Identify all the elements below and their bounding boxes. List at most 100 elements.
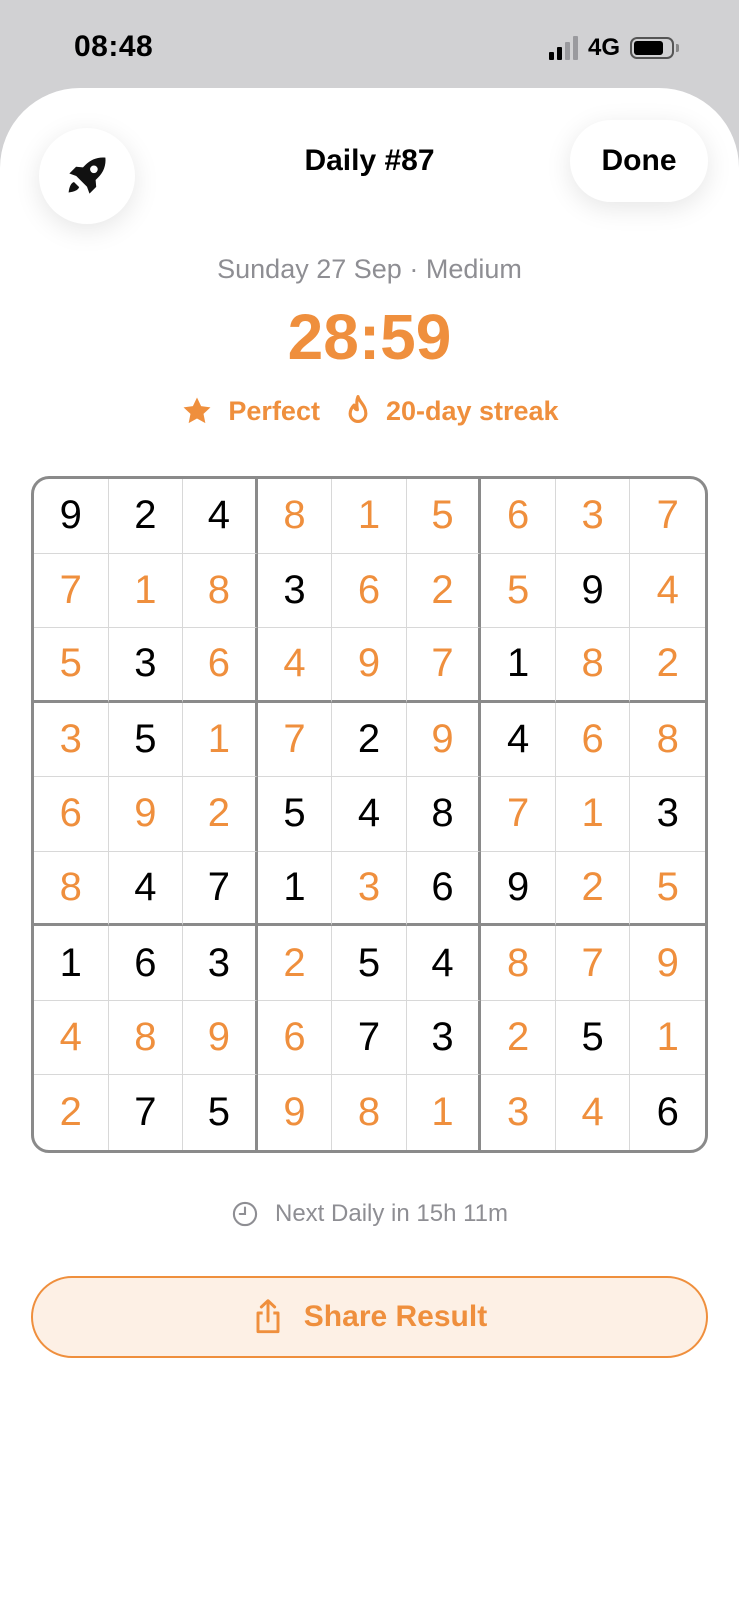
sudoku-cell[interactable]: 7 <box>406 628 482 703</box>
sudoku-cell[interactable]: 6 <box>183 628 258 703</box>
sudoku-cell[interactable]: 5 <box>481 553 556 629</box>
sudoku-cell[interactable]: 4 <box>257 628 333 703</box>
sudoku-cell[interactable]: 1 <box>108 553 184 629</box>
sudoku-cell[interactable]: 1 <box>332 479 407 554</box>
cellular-signal-icon <box>548 36 578 60</box>
sudoku-cell[interactable]: 8 <box>108 1000 184 1076</box>
status-bar: 08:48 4G <box>0 0 739 90</box>
sudoku-cell[interactable]: 5 <box>183 1075 258 1150</box>
sudoku-cell[interactable]: 8 <box>630 703 705 778</box>
sudoku-cell[interactable]: 8 <box>555 628 631 703</box>
sudoku-cell[interactable]: 4 <box>34 1000 109 1076</box>
sudoku-cell[interactable]: 9 <box>258 1075 333 1150</box>
sudoku-cell[interactable]: 3 <box>332 851 407 927</box>
star-icon <box>183 397 211 424</box>
sudoku-cell[interactable]: 7 <box>257 702 333 778</box>
sudoku-cell[interactable]: 7 <box>109 1075 184 1150</box>
sudoku-cell[interactable]: 7 <box>630 479 705 554</box>
sudoku-cell[interactable]: 8 <box>406 777 482 852</box>
sudoku-cell[interactable]: 5 <box>34 628 109 703</box>
sudoku-cell[interactable]: 1 <box>183 702 258 778</box>
sudoku-cell[interactable]: 7 <box>183 851 258 927</box>
sudoku-cell[interactable]: 2 <box>183 777 258 852</box>
sudoku-cell[interactable]: 3 <box>630 777 705 852</box>
sudoku-cell[interactable]: 6 <box>34 777 109 852</box>
status-indicators: 4G <box>548 34 679 62</box>
sudoku-cell[interactable]: 2 <box>630 628 705 703</box>
share-icon <box>256 1299 280 1334</box>
sudoku-cell[interactable]: 2 <box>555 851 631 927</box>
sudoku-cell[interactable]: 9 <box>34 479 109 554</box>
sudoku-cell[interactable]: 8 <box>34 851 109 927</box>
sudoku-cell[interactable]: 6 <box>332 553 407 629</box>
sudoku-cell[interactable]: 9 <box>406 702 482 778</box>
sudoku-cell[interactable]: 5 <box>332 926 407 1001</box>
puzzle-date: Sunday 27 Sep <box>217 254 402 284</box>
sudoku-cell[interactable]: 6 <box>555 702 631 778</box>
sudoku-cell[interactable]: 5 <box>257 777 333 852</box>
next-daily-info: Next Daily in 15h 11m <box>0 1200 739 1228</box>
sudoku-cell[interactable]: 2 <box>481 1000 556 1076</box>
sudoku-cell[interactable]: 7 <box>555 926 631 1001</box>
sudoku-cell[interactable]: 6 <box>406 851 482 927</box>
sudoku-cell[interactable]: 4 <box>332 777 407 852</box>
sudoku-cell[interactable]: 9 <box>630 926 705 1001</box>
sudoku-cell[interactable]: 6 <box>630 1075 705 1150</box>
sudoku-cell[interactable]: 3 <box>108 628 184 703</box>
sudoku-cell[interactable]: 3 <box>481 1075 556 1150</box>
sudoku-cell[interactable]: 6 <box>257 1000 333 1076</box>
sudoku-cell[interactable]: 1 <box>34 926 109 1001</box>
sudoku-cell[interactable]: 7 <box>481 777 556 852</box>
sudoku-cell[interactable]: 9 <box>481 851 556 927</box>
sudoku-cell[interactable]: 9 <box>108 777 184 852</box>
sudoku-cell[interactable]: 3 <box>183 926 258 1001</box>
sudoku-cell[interactable]: 4 <box>481 702 556 778</box>
done-button[interactable]: Done <box>570 120 708 202</box>
sudoku-cell[interactable]: 1 <box>407 1075 482 1150</box>
sudoku-cell[interactable]: 6 <box>481 479 556 554</box>
sudoku-cell[interactable]: 9 <box>555 553 631 629</box>
sudoku-cell[interactable]: 1 <box>630 1001 705 1076</box>
sudoku-cell[interactable]: 1 <box>555 777 631 852</box>
sudoku-cell[interactable]: 7 <box>34 553 109 629</box>
sudoku-cell[interactable]: 3 <box>555 479 631 554</box>
sudoku-cell[interactable]: 9 <box>332 628 407 703</box>
battery-icon <box>630 37 679 59</box>
sudoku-cell[interactable]: 9 <box>183 1000 258 1076</box>
share-result-label: Share Result <box>303 1300 488 1333</box>
sudoku-cell[interactable]: 4 <box>108 851 184 927</box>
sudoku-cell[interactable]: 3 <box>257 553 333 629</box>
share-result-button[interactable]: Share Result <box>31 1276 708 1358</box>
sudoku-cell[interactable]: 5 <box>555 1000 631 1076</box>
flame-icon <box>348 395 368 423</box>
sudoku-cell[interactable]: 3 <box>34 702 109 778</box>
perfect-label: Perfect <box>228 395 320 426</box>
sudoku-cell[interactable]: 4 <box>406 926 482 1001</box>
sudoku-cell[interactable]: 6 <box>108 926 184 1001</box>
sudoku-cell[interactable]: 2 <box>406 553 482 629</box>
sudoku-cell[interactable]: 1 <box>481 628 556 703</box>
sudoku-cell[interactable]: 1 <box>257 851 333 927</box>
sudoku-cell[interactable]: 5 <box>108 702 184 778</box>
sudoku-cell[interactable]: 2 <box>108 479 184 554</box>
sudoku-cell[interactable]: 5 <box>406 479 482 554</box>
sudoku-cell[interactable]: 8 <box>183 553 258 629</box>
clock-icon <box>232 1201 258 1227</box>
sudoku-cell[interactable]: 8 <box>332 1075 407 1150</box>
result-badges: Perfect 20-day streak <box>0 394 739 428</box>
perfect-badge: Perfect <box>180 394 320 428</box>
sudoku-cell[interactable]: 8 <box>257 479 333 554</box>
sudoku-cell[interactable]: 4 <box>183 479 258 554</box>
sudoku-cell[interactable]: 2 <box>34 1075 109 1150</box>
sudoku-cell[interactable]: 2 <box>257 926 333 1001</box>
sudoku-cell[interactable]: 4 <box>556 1075 631 1150</box>
sudoku-cell[interactable]: 7 <box>332 1000 407 1076</box>
sudoku-cell[interactable]: 2 <box>332 702 407 778</box>
streak-badge: 20-day streak <box>344 394 559 428</box>
streak-label: 20-day streak <box>385 395 559 426</box>
status-time: 08:48 <box>74 30 154 63</box>
sudoku-cell[interactable]: 4 <box>630 554 705 629</box>
sudoku-cell[interactable]: 8 <box>481 926 556 1001</box>
sudoku-cell[interactable]: 3 <box>406 1000 482 1076</box>
sudoku-cell[interactable]: 5 <box>630 852 705 927</box>
